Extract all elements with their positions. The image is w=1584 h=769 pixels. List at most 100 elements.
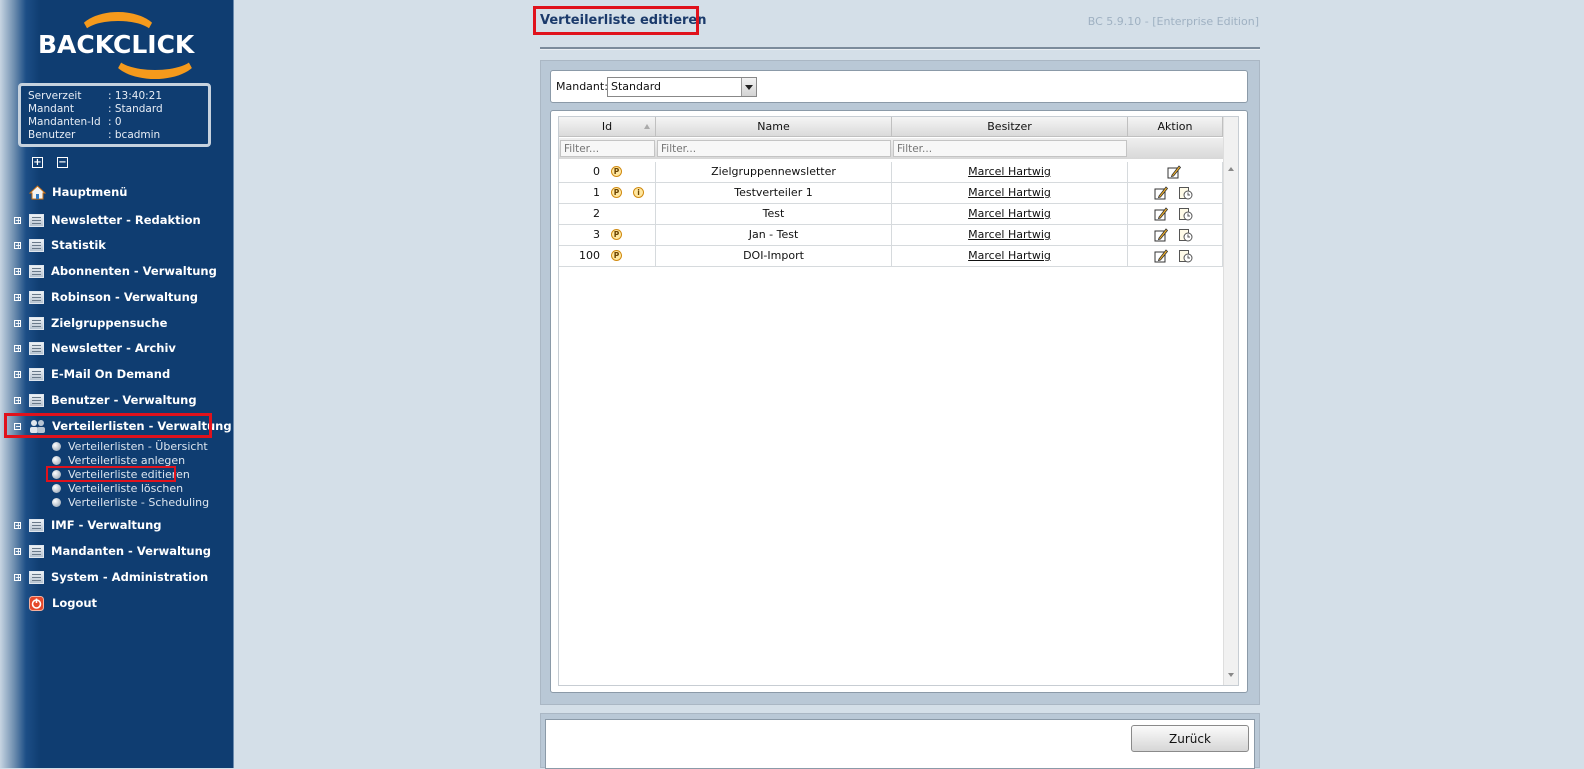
expand-icon[interactable]: + — [14, 241, 22, 249]
schedule-icon[interactable] — [1179, 229, 1193, 242]
id-cell: 1 P i — [559, 183, 656, 203]
menu-item-benutzer[interactable]: + Benutzer - Verwaltung — [14, 391, 197, 409]
expand-icon[interactable]: + — [14, 216, 22, 224]
edit-icon[interactable] — [1154, 249, 1168, 263]
menu-item-zielgruppensuche[interactable]: + Zielgruppensuche — [14, 314, 167, 332]
expand-icon[interactable]: + — [14, 573, 22, 581]
menu-item-newsletter-redaktion[interactable]: + Newsletter - Redaktion — [14, 211, 201, 229]
menu-item-logout[interactable]: Logout — [14, 594, 97, 612]
main-panel: Mandant: Standard Id Name Besitzer Aktio… — [540, 60, 1260, 705]
grid-scrollbar[interactable] — [1223, 117, 1238, 685]
table-row[interactable]: 2 Test Marcel Hartwig — [559, 204, 1223, 225]
expand-icon[interactable]: + — [14, 344, 22, 352]
expand-icon[interactable]: + — [14, 319, 22, 327]
menu-item-newsletter-archiv[interactable]: + Newsletter - Archiv — [14, 339, 176, 357]
menu-item-robinson[interactable]: + Robinson - Verwaltung — [14, 288, 198, 306]
table-row[interactable]: 100 P DOI-Import Marcel Hartwig — [559, 246, 1223, 267]
menu-item-imf[interactable]: + IMF - Verwaltung — [14, 516, 162, 534]
owner-cell: Marcel Hartwig — [892, 225, 1128, 245]
expand-icon[interactable]: + — [14, 293, 22, 301]
owner-link[interactable]: Marcel Hartwig — [968, 249, 1051, 262]
owner-link[interactable]: Marcel Hartwig — [968, 165, 1051, 178]
expand-all-icon[interactable]: + — [32, 157, 43, 168]
expand-icon[interactable]: + — [14, 547, 22, 555]
info-key: Benutzer — [28, 129, 76, 141]
mandant-select[interactable]: Standard — [607, 77, 757, 97]
name-cell: DOI-Import — [656, 246, 892, 266]
submenu-label: Verteilerlisten - Übersicht — [68, 439, 208, 453]
action-cell — [1128, 162, 1223, 182]
id-cell: 3 P — [559, 225, 656, 245]
table-row[interactable]: 0 P Zielgruppennewsletter Marcel Hartwig — [559, 162, 1223, 183]
owner-cell: Marcel Hartwig — [892, 246, 1128, 266]
edit-icon[interactable] — [1154, 228, 1168, 242]
row-id: 0 — [593, 165, 600, 178]
scroll-down-icon[interactable] — [1228, 673, 1234, 677]
menu-label: Benutzer - Verwaltung — [51, 393, 197, 407]
backclick-logo: BACKCLICK — [38, 12, 198, 79]
folder-icon — [29, 341, 44, 355]
menu-item-abonnenten[interactable]: + Abonnenten - Verwaltung — [14, 262, 217, 280]
filter-name-input[interactable] — [657, 140, 891, 157]
submenu-item-uebersicht[interactable]: Verteilerlisten - Übersicht — [52, 439, 208, 453]
submenu-item-loeschen[interactable]: Verteilerliste löschen — [52, 481, 183, 495]
schedule-icon[interactable] — [1179, 208, 1193, 221]
expand-icon[interactable]: + — [14, 370, 22, 378]
menu-item-email-on-demand[interactable]: + E-Mail On Demand — [14, 365, 170, 383]
schedule-icon[interactable] — [1179, 187, 1193, 200]
submenu-item-scheduling[interactable]: Verteilerliste - Scheduling — [52, 495, 209, 509]
menu-item-statistik[interactable]: + Statistik — [14, 236, 106, 254]
column-header-besitzer[interactable]: Besitzer — [892, 117, 1128, 137]
info-value: : bcadmin — [108, 129, 161, 141]
edit-icon[interactable] — [1154, 186, 1168, 200]
filter-cell — [1128, 138, 1223, 159]
p-badge-icon: P — [611, 250, 622, 261]
scroll-up-icon[interactable] — [1228, 167, 1234, 171]
expand-icon[interactable]: + — [14, 396, 22, 404]
filter-owner-input[interactable] — [893, 140, 1127, 157]
row-id: 1 — [593, 186, 600, 199]
id-cell: 100 P — [559, 246, 656, 266]
table-row[interactable]: 3 P Jan - Test Marcel Hartwig — [559, 225, 1223, 246]
schedule-icon[interactable] — [1179, 250, 1193, 263]
folder-icon — [29, 518, 44, 532]
expand-icon[interactable]: + — [14, 521, 22, 529]
owner-link[interactable]: Marcel Hartwig — [968, 228, 1051, 241]
name-cell: Test — [656, 204, 892, 224]
folder-icon — [29, 367, 44, 381]
p-badge-icon: P — [611, 187, 622, 198]
submenu-item-anlegen[interactable]: Verteilerliste anlegen — [52, 453, 185, 467]
action-cell — [1128, 183, 1223, 203]
button-bar: Zurück — [545, 719, 1255, 769]
menu-item-hauptmenu[interactable]: Hauptmenü — [14, 183, 127, 201]
bullet-icon — [52, 483, 61, 493]
edit-icon[interactable] — [1154, 207, 1168, 221]
mandant-selector-box: Mandant: Standard — [550, 70, 1248, 103]
owner-cell: Marcel Hartwig — [892, 162, 1128, 182]
column-header-aktion[interactable]: Aktion — [1128, 117, 1223, 137]
back-button[interactable]: Zurück — [1131, 725, 1249, 752]
info-icon[interactable]: i — [633, 187, 644, 198]
column-header-id[interactable]: Id — [559, 117, 656, 137]
menu-item-system[interactable]: + System - Administration — [14, 568, 208, 586]
column-label: Besitzer — [987, 120, 1032, 133]
chevron-down-icon[interactable] — [741, 78, 756, 96]
collapse-all-icon[interactable]: − — [57, 157, 68, 168]
info-value: : 0 — [108, 116, 122, 128]
owner-link[interactable]: Marcel Hartwig — [968, 186, 1051, 199]
menu-item-mandanten[interactable]: + Mandanten - Verwaltung — [14, 542, 211, 560]
row-id: 100 — [579, 249, 600, 262]
table-row[interactable]: 1 P i Testverteiler 1 Marcel Hartwig — [559, 183, 1223, 204]
submenu-label: Verteilerliste löschen — [68, 481, 184, 495]
tree-controls: + − — [32, 157, 68, 168]
info-value: : 13:40:21 — [108, 90, 163, 102]
expand-icon[interactable]: + — [14, 267, 22, 275]
column-label: Id — [601, 120, 613, 133]
owner-link[interactable]: Marcel Hartwig — [968, 207, 1051, 220]
filter-cell — [656, 138, 892, 159]
name-cell: Testverteiler 1 — [656, 183, 892, 203]
menu-label: Logout — [52, 596, 98, 610]
edit-icon[interactable] — [1167, 165, 1181, 179]
filter-id-input[interactable] — [560, 140, 655, 157]
column-header-name[interactable]: Name — [656, 117, 892, 137]
